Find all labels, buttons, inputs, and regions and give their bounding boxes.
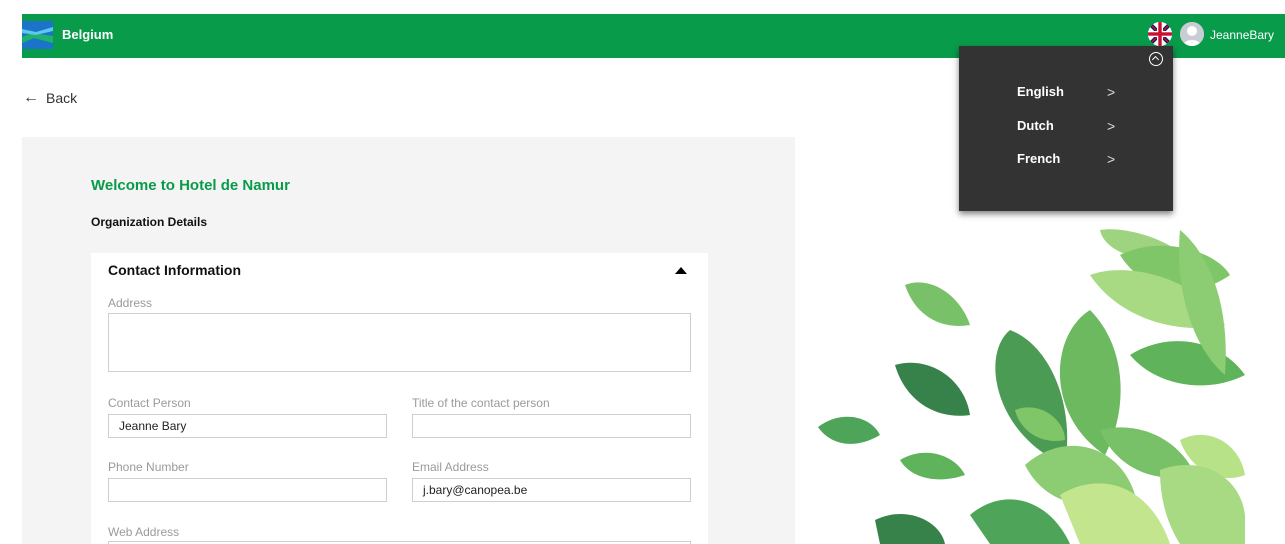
language-dropdown: English > Dutch > French > <box>959 46 1173 211</box>
chevron-right-icon: > <box>1107 84 1116 100</box>
language-option-dutch[interactable]: Dutch > <box>1017 118 1127 142</box>
address-label: Address <box>108 296 153 310</box>
web-label: Web Address <box>108 525 180 539</box>
arrow-left-icon: ← <box>23 89 39 106</box>
contact-title-field[interactable] <box>412 414 691 438</box>
back-label: Back <box>46 90 78 106</box>
contact-person-label: Contact Person <box>108 396 191 410</box>
phone-label: Phone Number <box>108 460 189 474</box>
phone-field[interactable] <box>108 478 387 502</box>
collapse-circle-icon[interactable] <box>1149 52 1163 66</box>
language-option-french[interactable]: French > <box>1017 151 1127 175</box>
card-title: Contact Information <box>108 262 241 278</box>
contact-information-card: Contact Information Address Contact Pers… <box>91 253 708 544</box>
contact-person-field[interactable]: Jeanne Bary <box>108 414 387 438</box>
section-title: Organization Details <box>91 215 208 229</box>
address-field[interactable] <box>108 313 691 372</box>
username[interactable]: JeanneBary <box>1210 28 1274 42</box>
contact-title-label: Title of the contact person <box>412 396 550 410</box>
language-label: English <box>1017 84 1064 99</box>
brand-name: Belgium <box>62 27 114 42</box>
chevron-right-icon: > <box>1107 151 1116 167</box>
collapse-arrow-icon[interactable] <box>675 267 687 274</box>
email-label: Email Address <box>412 460 489 474</box>
welcome-heading: Welcome to Hotel de Namur <box>91 177 290 194</box>
page: Belgium JeanneBary ← Back Welcome to Hot… <box>0 0 1285 544</box>
leaves-illustration <box>800 215 1245 544</box>
uk-flag-icon[interactable] <box>1148 22 1172 46</box>
logo-icon[interactable] <box>22 21 53 49</box>
user-avatar-icon[interactable] <box>1180 22 1204 46</box>
language-option-english[interactable]: English > <box>1017 84 1127 108</box>
language-label: Dutch <box>1017 118 1054 133</box>
chevron-right-icon: > <box>1107 118 1116 134</box>
main-panel: Welcome to Hotel de Namur Organization D… <box>22 137 795 544</box>
email-field[interactable]: j.bary@canopea.be <box>412 478 691 502</box>
back-link[interactable]: ← Back <box>23 89 78 107</box>
language-label: French <box>1017 151 1061 166</box>
